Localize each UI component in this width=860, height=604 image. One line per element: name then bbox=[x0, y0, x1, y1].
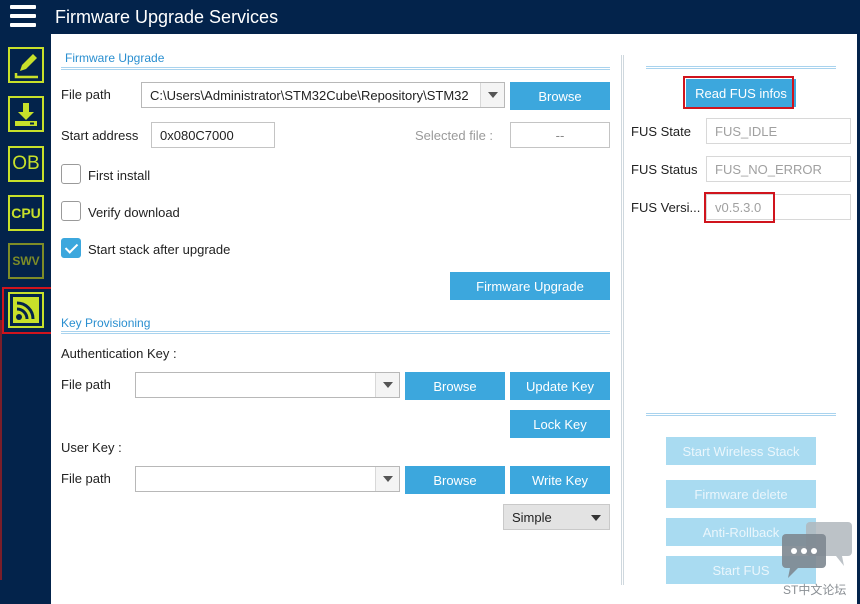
key-provisioning-section-title: Key Provisioning bbox=[61, 316, 151, 330]
window-edge bbox=[0, 320, 2, 580]
start-stack-label: Start stack after upgrade bbox=[88, 242, 231, 257]
sidebar-item-edit[interactable] bbox=[8, 47, 44, 83]
firmware-upgrade-section-title: Firmware Upgrade bbox=[65, 51, 165, 65]
fus-status-value: FUS_NO_ERROR bbox=[706, 156, 851, 182]
sidebar-item-cpu[interactable]: CPU bbox=[8, 195, 44, 231]
firmware-file-path-value: C:\Users\Administrator\STM32Cube\Reposit… bbox=[150, 88, 469, 103]
user-key-file-path-combo[interactable] bbox=[135, 466, 400, 492]
chat-bubble-icon bbox=[782, 522, 852, 578]
start-address-label: Start address bbox=[61, 128, 139, 143]
user-file-path-label: File path bbox=[61, 471, 111, 486]
start-address-input[interactable]: 0x080C7000 bbox=[151, 122, 275, 148]
first-install-checkbox[interactable] bbox=[61, 164, 81, 184]
auth-key-browse-button[interactable]: Browse bbox=[405, 372, 505, 400]
panel-divider bbox=[621, 55, 624, 585]
cpu-icon: CPU bbox=[11, 205, 41, 221]
start-wireless-stack-button[interactable]: Start Wireless Stack bbox=[666, 437, 816, 465]
fus-bottom-divider bbox=[646, 413, 836, 416]
watermark-text: ST中文论坛 bbox=[783, 583, 847, 597]
fus-version-label: FUS Versi... bbox=[631, 200, 701, 215]
firmware-browse-button[interactable]: Browse bbox=[510, 82, 610, 110]
auth-file-path-label: File path bbox=[61, 377, 111, 392]
fus-version-highlight bbox=[704, 192, 775, 223]
key-type-select[interactable]: Simple bbox=[503, 504, 610, 530]
file-path-label: File path bbox=[61, 87, 111, 102]
fus-top-divider bbox=[646, 66, 836, 69]
fus-state-label: FUS State bbox=[631, 124, 691, 139]
auth-key-file-path-combo[interactable] bbox=[135, 372, 400, 398]
key-type-value: Simple bbox=[512, 510, 552, 525]
verify-download-label: Verify download bbox=[88, 205, 180, 220]
fus-state-value: FUS_IDLE bbox=[706, 118, 851, 144]
fus-status-label: FUS Status bbox=[631, 162, 698, 177]
pencil-icon bbox=[14, 54, 38, 79]
firmware-delete-button[interactable]: Firmware delete bbox=[666, 480, 816, 508]
verify-download-checkbox[interactable] bbox=[61, 201, 81, 221]
section-divider bbox=[61, 67, 610, 70]
firmware-upgrade-button[interactable]: Firmware Upgrade bbox=[450, 272, 610, 300]
page-title: Firmware Upgrade Services bbox=[55, 7, 279, 27]
start-stack-checkbox[interactable] bbox=[61, 238, 81, 258]
user-key-label: User Key : bbox=[61, 440, 122, 455]
selected-file-label: Selected file : bbox=[415, 128, 494, 143]
sidebar-item-swv[interactable]: SWV bbox=[8, 243, 44, 279]
sidebar-item-download[interactable] bbox=[8, 96, 44, 132]
chevron-down-icon bbox=[591, 515, 601, 521]
authentication-key-label: Authentication Key : bbox=[61, 346, 177, 361]
download-icon bbox=[15, 103, 37, 126]
sidebar-selection-highlight bbox=[2, 287, 54, 334]
chevron-down-icon[interactable] bbox=[375, 373, 399, 397]
title-bar: Firmware Upgrade Services bbox=[0, 0, 860, 34]
swv-icon: SWV bbox=[12, 254, 40, 268]
selected-file-value: -- bbox=[510, 122, 610, 148]
sidebar: OB CPU SWV bbox=[0, 34, 54, 604]
menu-icon[interactable] bbox=[10, 5, 36, 27]
chevron-down-icon[interactable] bbox=[480, 83, 504, 107]
update-key-button[interactable]: Update Key bbox=[510, 372, 610, 400]
forum-watermark: ST中文论坛 bbox=[780, 520, 854, 598]
firmware-file-path-combo[interactable]: C:\Users\Administrator\STM32Cube\Reposit… bbox=[141, 82, 505, 108]
write-key-button[interactable]: Write Key bbox=[510, 466, 610, 494]
chevron-down-icon[interactable] bbox=[375, 467, 399, 491]
lock-key-button[interactable]: Lock Key bbox=[510, 410, 610, 438]
ob-icon: OB bbox=[12, 153, 40, 174]
read-fus-infos-highlight bbox=[683, 76, 794, 109]
sidebar-item-option-bytes[interactable]: OB bbox=[8, 146, 44, 182]
user-key-browse-button[interactable]: Browse bbox=[405, 466, 505, 494]
section-divider bbox=[61, 331, 610, 334]
first-install-label: First install bbox=[88, 168, 151, 183]
